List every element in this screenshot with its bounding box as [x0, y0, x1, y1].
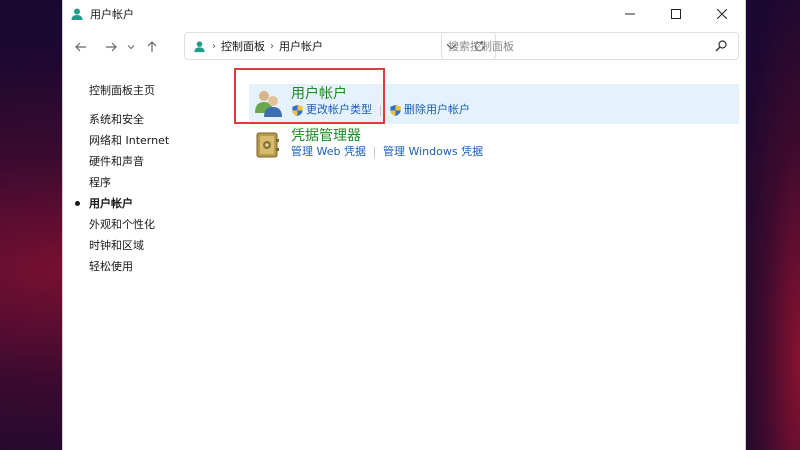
- category-list: 用户帐户 更改帐户类型 删除用户帐户 凭据管理器 管理 Web 凭据 管理 Wi…: [249, 84, 739, 166]
- breadcrumb-separator: ›: [212, 40, 216, 52]
- sidebar-item-network-internet[interactable]: 网络和 Internet: [89, 130, 169, 151]
- shield-icon: [292, 104, 303, 116]
- sidebar-item-programs[interactable]: 程序: [89, 172, 169, 193]
- control-panel-window: 用户帐户 › 控制面板 › 用户帐户 搜索控制面板 控制面板主页 系统和安全 网…: [62, 0, 746, 450]
- link-divider: [380, 104, 381, 116]
- link-divider: [373, 146, 375, 158]
- category-user-accounts: 用户帐户 更改帐户类型 删除用户帐户: [249, 84, 739, 124]
- recent-locations-button[interactable]: [124, 34, 138, 60]
- sidebar-item-user-accounts[interactable]: 用户帐户: [75, 193, 169, 214]
- minimize-button[interactable]: [607, 0, 653, 28]
- sidebar-item-system-security[interactable]: 系统和安全: [89, 109, 169, 130]
- breadcrumb-user-accounts[interactable]: 用户帐户: [279, 38, 323, 54]
- search-input[interactable]: 搜索控制面板: [448, 38, 514, 54]
- maximize-button[interactable]: [653, 0, 699, 28]
- close-icon: [717, 9, 727, 19]
- remove-user-accounts-link[interactable]: 删除用户帐户: [404, 103, 470, 117]
- users-icon[interactable]: [249, 84, 287, 122]
- user-accounts-icon: [69, 6, 85, 22]
- category-title-user-accounts[interactable]: 用户帐户: [291, 85, 470, 103]
- user-accounts-icon: [191, 38, 207, 54]
- back-button[interactable]: [68, 34, 94, 60]
- change-account-type-link[interactable]: 更改帐户类型: [306, 103, 372, 117]
- sidebar-item-ease-of-access[interactable]: 轻松使用: [89, 256, 169, 277]
- desktop-wallpaper-right: [740, 0, 800, 450]
- arrow-right-icon: [106, 42, 117, 52]
- up-button[interactable]: [139, 34, 165, 60]
- sidebar-item-control-panel-home[interactable]: 控制面板主页: [89, 80, 169, 101]
- active-bullet: [75, 201, 80, 206]
- sidebar-item-label: 用户帐户: [89, 197, 133, 210]
- maximize-icon: [671, 9, 681, 19]
- minimize-icon: [625, 13, 635, 15]
- vault-icon[interactable]: [249, 126, 287, 164]
- arrow-left-icon: [75, 42, 86, 52]
- sidebar-item-hardware-sound[interactable]: 硬件和声音: [89, 151, 169, 172]
- manage-web-credentials-link[interactable]: 管理 Web 凭据: [291, 145, 366, 159]
- search-box[interactable]: 搜索控制面板: [441, 32, 739, 60]
- category-credential-manager: 凭据管理器 管理 Web 凭据 管理 Windows 凭据: [249, 126, 739, 166]
- breadcrumb-control-panel[interactable]: 控制面板: [221, 38, 265, 54]
- window-title: 用户帐户: [90, 8, 134, 21]
- sidebar-item-clock-region[interactable]: 时钟和区域: [89, 235, 169, 256]
- sidebar-item-appearance[interactable]: 外观和个性化: [89, 214, 169, 235]
- search-icon[interactable]: [714, 39, 728, 53]
- navigation-bar: › 控制面板 › 用户帐户 搜索控制面板: [63, 28, 745, 66]
- shield-icon: [390, 104, 401, 116]
- forward-button[interactable]: [98, 34, 124, 60]
- sidebar: 控制面板主页 系统和安全 网络和 Internet 硬件和声音 程序 用户帐户 …: [75, 80, 169, 277]
- chevron-down-icon: [127, 45, 135, 50]
- breadcrumb-separator: ›: [270, 40, 274, 52]
- close-button[interactable]: [699, 0, 745, 28]
- title-bar[interactable]: 用户帐户: [63, 0, 745, 28]
- manage-windows-credentials-link[interactable]: 管理 Windows 凭据: [383, 145, 483, 159]
- arrow-up-icon: [147, 41, 157, 52]
- category-title-credential-manager[interactable]: 凭据管理器: [291, 127, 483, 145]
